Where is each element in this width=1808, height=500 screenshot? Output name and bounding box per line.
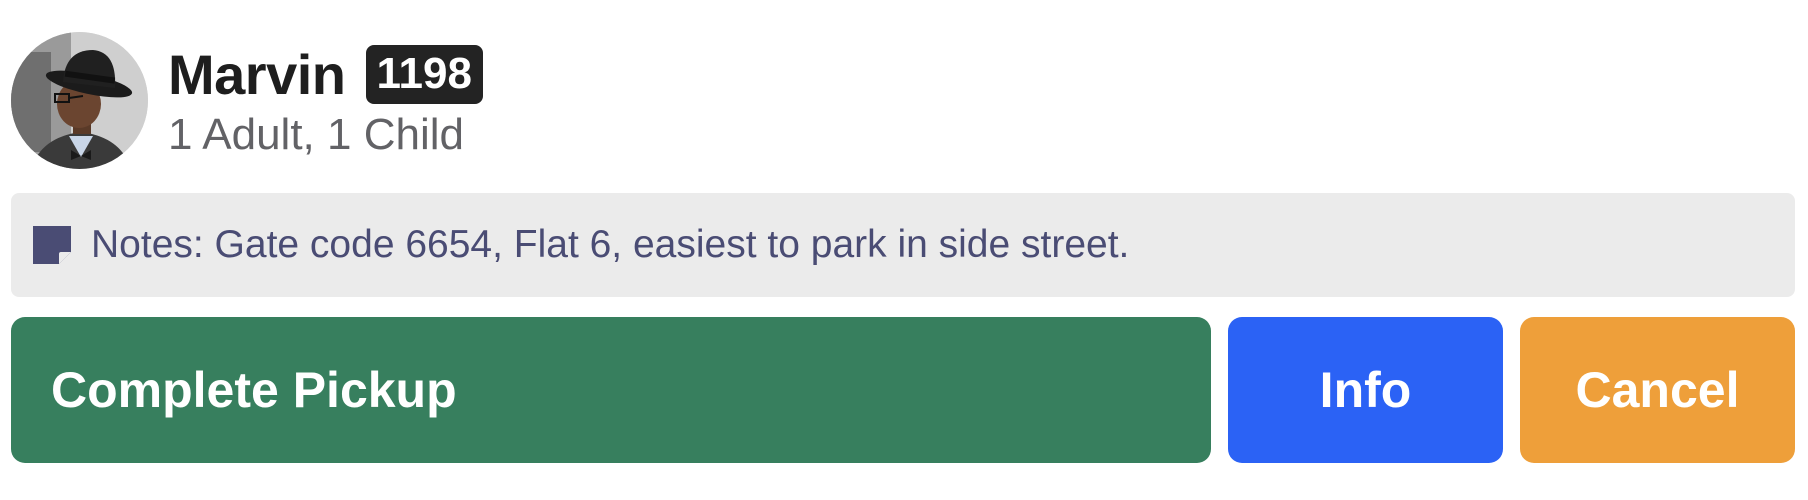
passenger-info: Marvin 1198 1 Adult, 1 Child (168, 32, 483, 160)
avatar-photo (11, 32, 148, 169)
passenger-name: Marvin (168, 42, 346, 106)
info-button[interactable]: Info (1228, 317, 1503, 463)
passenger-id-badge: 1198 (365, 44, 483, 104)
action-buttons: Complete Pickup Info Cancel (11, 317, 1795, 463)
sticky-note-icon (31, 224, 73, 266)
complete-pickup-button[interactable]: Complete Pickup (11, 317, 1211, 463)
notes-panel: Notes: Gate code 6654, Flat 6, easiest t… (11, 193, 1795, 297)
notes-text: Notes: Gate code 6654, Flat 6, easiest t… (91, 223, 1130, 266)
passenger-header: Marvin 1198 1 Adult, 1 Child (11, 32, 1795, 172)
cancel-button[interactable]: Cancel (1520, 317, 1795, 463)
pickup-card: Marvin 1198 1 Adult, 1 Child Notes: Gate… (11, 32, 1795, 463)
avatar[interactable] (11, 32, 148, 169)
name-row: Marvin 1198 (168, 42, 483, 106)
party-size: 1 Adult, 1 Child (168, 110, 464, 159)
